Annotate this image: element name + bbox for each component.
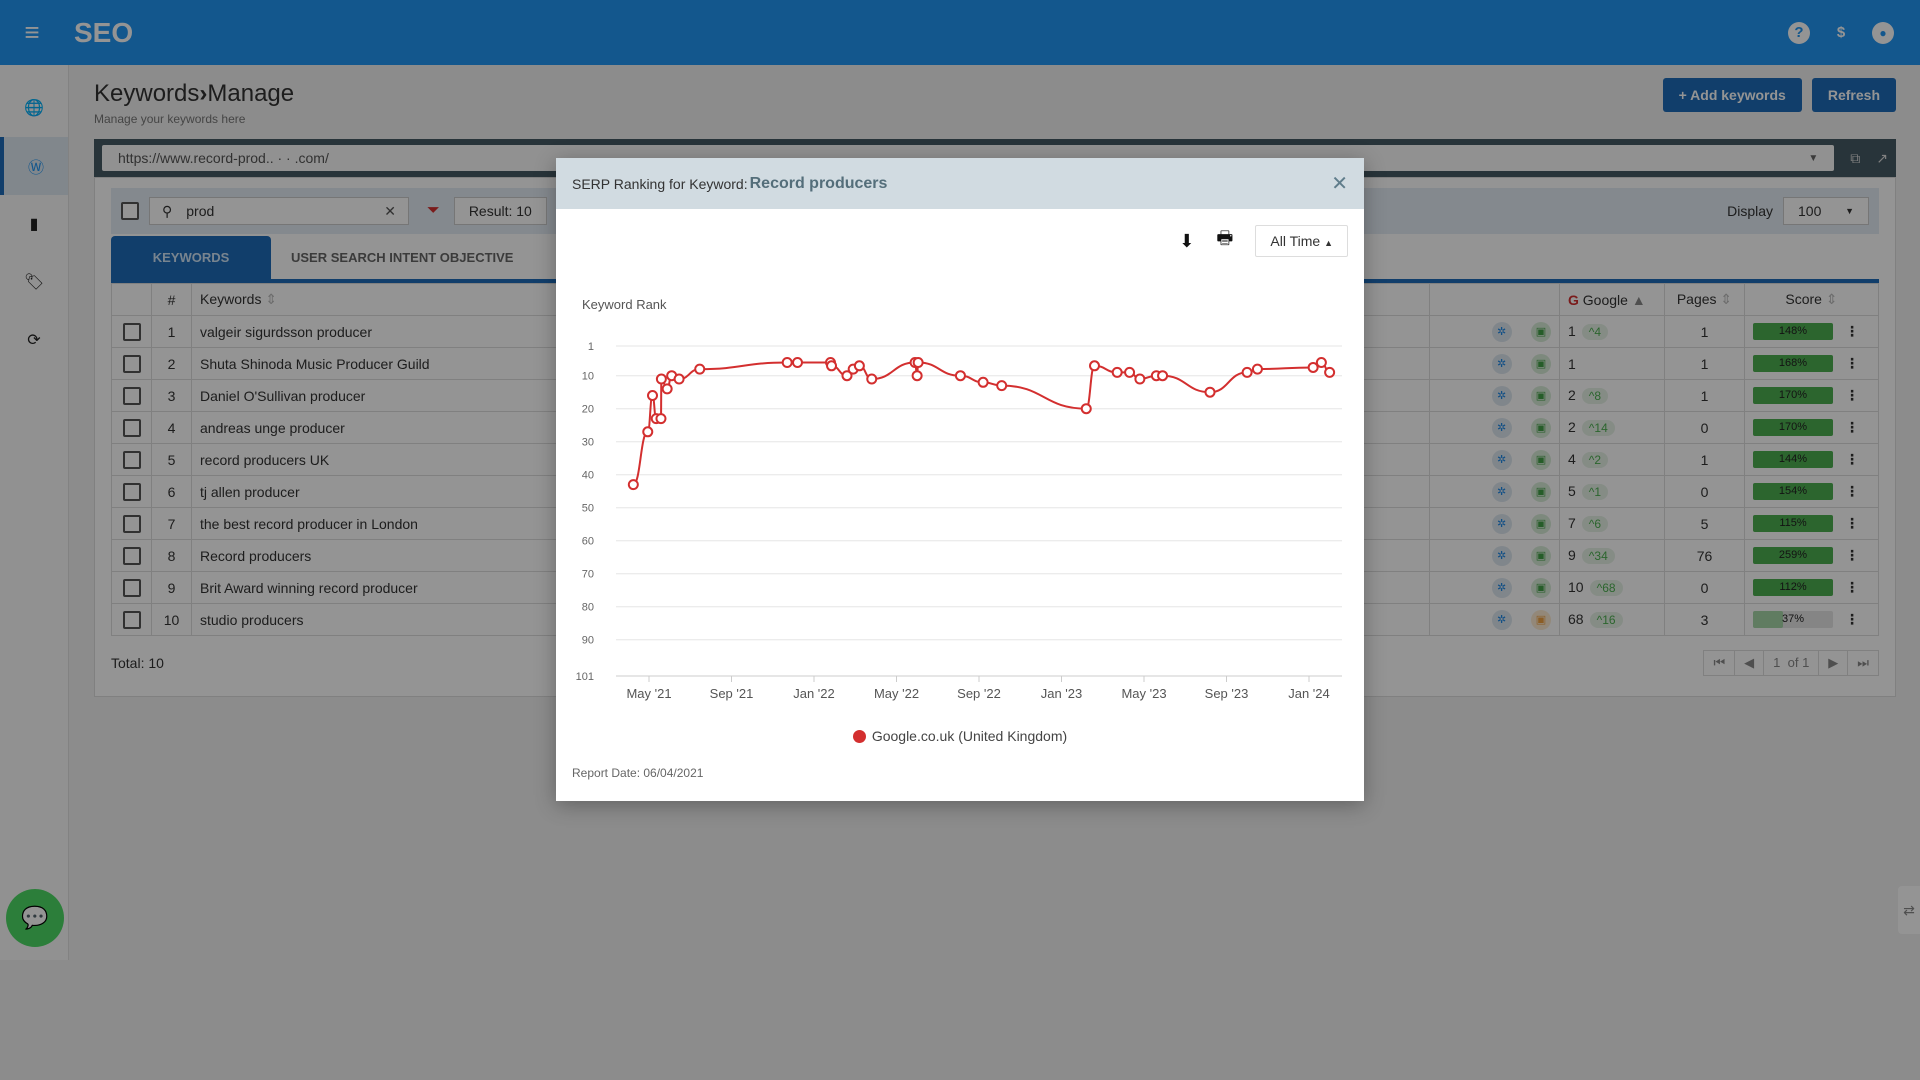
- y-tick-label: 10: [582, 371, 594, 383]
- data-point: [1241, 366, 1253, 378]
- data-point: [1089, 360, 1100, 372]
- data-point: [977, 376, 989, 388]
- data-point: [954, 370, 966, 382]
- data-point: [1315, 357, 1327, 368]
- data-point: [642, 426, 654, 438]
- data-point: [1134, 373, 1146, 385]
- y-tick-label: 60: [582, 536, 594, 548]
- x-tick-label: Jan '22: [793, 686, 835, 701]
- x-tick-label: May '23: [1121, 686, 1166, 701]
- y-tick-label: 40: [582, 470, 594, 482]
- y-tick-label: 1: [588, 341, 594, 353]
- data-point: [655, 413, 667, 425]
- data-point: [1204, 386, 1216, 398]
- data-point: [1324, 366, 1336, 378]
- data-point: [826, 360, 838, 372]
- data-point: [647, 390, 659, 401]
- x-tick-label: Jan '24: [1288, 686, 1330, 701]
- data-point: [911, 370, 923, 382]
- data-point: [866, 373, 878, 385]
- data-point: [996, 380, 1008, 392]
- x-tick-label: Sep '23: [1205, 686, 1249, 701]
- chart-legend[interactable]: Google.co.uk (United Kingdom): [556, 728, 1364, 744]
- x-tick-label: Sep '21: [710, 686, 754, 701]
- data-point: [1251, 363, 1263, 375]
- x-tick-label: May '22: [874, 686, 919, 701]
- time-range-value: All Time: [1270, 233, 1321, 249]
- data-point: [1157, 370, 1169, 382]
- y-tick-label: 90: [582, 635, 594, 647]
- y-tick-label: 50: [582, 503, 594, 515]
- download-icon[interactable]: ⬇: [1179, 231, 1194, 252]
- data-point: [694, 363, 706, 375]
- x-tick-label: May '21: [626, 686, 671, 701]
- y-tick-label: 30: [582, 437, 594, 449]
- data-point: [912, 357, 924, 368]
- modal-keyword: Record producers: [749, 174, 888, 192]
- data-point: [1080, 403, 1092, 415]
- y-tick-label: 80: [582, 602, 594, 614]
- data-point: [1124, 366, 1136, 378]
- data-point: [1111, 366, 1123, 378]
- data-point: [853, 360, 865, 372]
- rank-chart: 1 10 20 30 40 50 60 70 80 90 101 May '21 Sep '21 Jan …: [576, 341, 1342, 701]
- x-tick-label: Jan '23: [1041, 686, 1083, 701]
- legend-dot: [852, 730, 866, 743]
- modal-title: SERP Ranking for Keyword:: [572, 175, 748, 192]
- x-tick-label: Sep '22: [957, 686, 1001, 701]
- data-point: [655, 373, 667, 385]
- report-date: Report Date: 06/04/2021: [572, 766, 704, 780]
- time-range-select[interactable]: All Time ▲: [1255, 225, 1348, 257]
- data-point: [781, 357, 793, 368]
- data-point: [661, 383, 673, 395]
- modal-header: SERP Ranking for Keyword: Record produce…: [556, 158, 1364, 209]
- y-tick-label: 70: [582, 569, 594, 581]
- data-point: [627, 479, 639, 491]
- data-point: [792, 357, 803, 368]
- y-tick-label: 101: [576, 671, 594, 683]
- legend-label: Google.co.uk (United Kingdom): [871, 728, 1068, 744]
- y-tick-label: 20: [582, 404, 594, 416]
- chart-title: Keyword Rank: [582, 297, 667, 312]
- data-point: [673, 373, 685, 385]
- print-icon[interactable]: 🖶: [1216, 226, 1233, 256]
- serp-ranking-modal: SERP Ranking for Keyword: Record produce…: [556, 158, 1364, 801]
- close-icon[interactable]: ✕: [1331, 171, 1348, 196]
- chevron-up-icon: ▲: [1324, 238, 1333, 248]
